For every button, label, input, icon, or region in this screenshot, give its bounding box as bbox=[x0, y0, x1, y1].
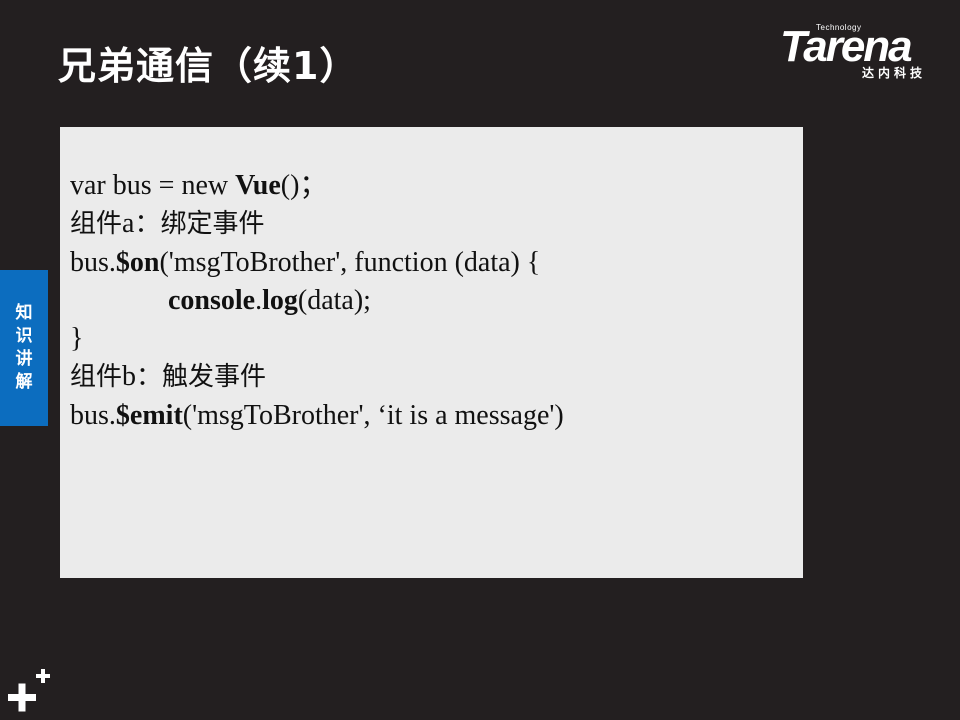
code-text: } bbox=[70, 323, 84, 355]
code-comment: 组件 bbox=[70, 209, 123, 240]
code-panel: var bus = new Vue()； 组件a：绑定事件 bus.$on('m… bbox=[60, 127, 803, 578]
code-lines: var bus = new Vue()； 组件a：绑定事件 bus.$on('m… bbox=[70, 167, 564, 435]
side-tab-char: 识 bbox=[15, 326, 33, 346]
code-line-1: var bus = new Vue()； bbox=[70, 167, 564, 205]
code-line-2: 组件a：绑定事件 bbox=[70, 205, 564, 243]
plus-plus-icon bbox=[8, 669, 50, 712]
code-line-3: bus.$on('msgToBrother', function (data) … bbox=[70, 244, 564, 282]
code-keyword: Vue bbox=[235, 170, 281, 201]
code-line-4: console.log(data); bbox=[70, 282, 564, 320]
side-tab-char: 知 bbox=[15, 303, 33, 323]
code-text: ('msgToBrother', ‘it is a message') bbox=[182, 399, 564, 431]
code-keyword: $emit bbox=[115, 399, 183, 431]
code-comment: ：绑定事件 bbox=[134, 209, 265, 240]
code-line-6: 组件b：触发事件 bbox=[70, 358, 564, 396]
code-text: ()； bbox=[280, 170, 328, 201]
code-text: (data); bbox=[297, 284, 371, 316]
code-text: bus. bbox=[70, 399, 116, 431]
side-tab-char: 讲 bbox=[15, 349, 33, 369]
code-line-5: } bbox=[70, 320, 564, 358]
code-text: bus. bbox=[70, 246, 116, 278]
side-tab-char: 解 bbox=[15, 372, 33, 392]
knowledge-explanation-tab: 知 识 讲 解 bbox=[0, 270, 48, 426]
code-keyword: $on bbox=[115, 246, 160, 278]
code-comment: 组件 bbox=[70, 362, 123, 393]
logo-subtitle: 达内科技 bbox=[862, 66, 927, 80]
code-line-7: bus.$emit('msgToBrother', ‘it is a messa… bbox=[70, 397, 564, 435]
code-text: var bus = new bbox=[70, 170, 236, 201]
code-keyword: console bbox=[168, 284, 256, 316]
code-text: a bbox=[122, 208, 135, 240]
tarena-logo: Tarena Technology 达内科技 bbox=[778, 22, 950, 84]
code-text: ('msgToBrother', function (data) { bbox=[159, 246, 541, 278]
logo-tagline: Technology bbox=[816, 23, 862, 32]
code-keyword: log bbox=[262, 284, 298, 316]
slide-title: 兄弟通信（续1） bbox=[58, 44, 359, 88]
code-text: b bbox=[122, 361, 137, 393]
code-comment: ：触发事件 bbox=[136, 362, 267, 393]
